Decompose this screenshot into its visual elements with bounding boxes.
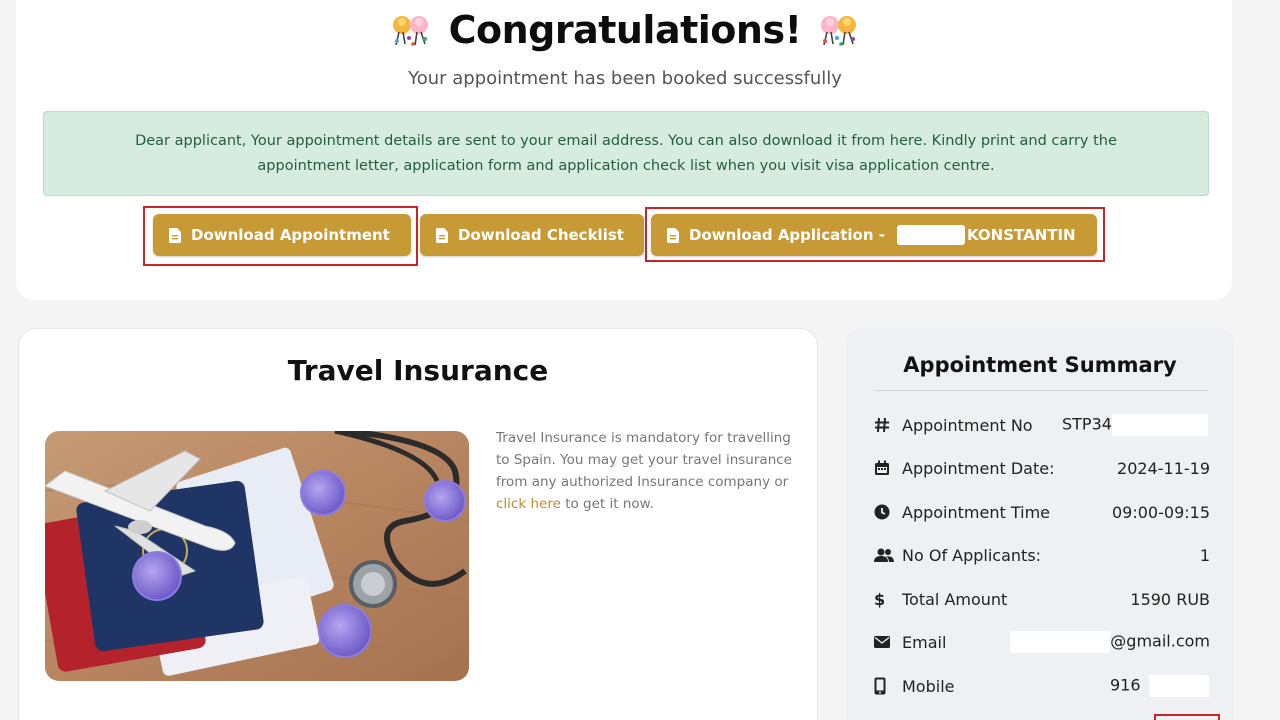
insurance-description: Travel Insurance is mandatory for travel… bbox=[496, 430, 792, 490]
calendar-icon bbox=[874, 460, 902, 476]
get-insurance-link[interactable]: click here bbox=[496, 496, 561, 512]
highlight-box bbox=[1154, 714, 1220, 720]
dollar-icon: $ bbox=[874, 590, 902, 608]
appointment-summary-card bbox=[846, 328, 1234, 720]
appointment-summary-title: Appointment Summary bbox=[903, 353, 1177, 377]
envelope-icon bbox=[874, 636, 902, 648]
mobile-icon bbox=[874, 677, 902, 695]
summary-label: Mobile bbox=[902, 676, 955, 696]
highlight-box bbox=[645, 207, 1105, 262]
clock-icon bbox=[874, 504, 902, 520]
redacted-value bbox=[1010, 631, 1111, 653]
highlight-box bbox=[143, 206, 418, 266]
summary-row-appointment-time: Appointment Time 09:00-09:15 bbox=[874, 500, 1210, 524]
hash-icon bbox=[874, 417, 902, 433]
summary-label: Email bbox=[902, 632, 947, 652]
download-checklist-button[interactable]: Download Checklist bbox=[420, 214, 644, 256]
summary-row-applicants: No Of Applicants: 1 bbox=[874, 543, 1210, 567]
applicants-count-value: 1 bbox=[1199, 545, 1210, 565]
info-notice: Dear applicant, Your appointment details… bbox=[43, 111, 1209, 196]
redacted-value bbox=[1111, 414, 1208, 436]
summary-row-email: Email @gmail.com bbox=[874, 630, 1210, 654]
download-checklist-label: Download Checklist bbox=[458, 226, 624, 244]
summary-label: No Of Applicants: bbox=[902, 545, 1042, 565]
info-notice-text: Dear applicant, Your appointment details… bbox=[135, 132, 1117, 174]
summary-row-appointment-no: Appointment No STP34 bbox=[874, 413, 1210, 437]
summary-label: Appointment Time bbox=[902, 502, 1050, 522]
insurance-description-end: to get it now. bbox=[565, 496, 654, 512]
summary-label: Appointment No bbox=[902, 415, 1033, 435]
summary-row-total-amount: $ Total Amount 1590 RUB bbox=[874, 587, 1210, 611]
summary-label: Appointment Date: bbox=[902, 458, 1055, 478]
travel-insurance-title: Travel Insurance bbox=[287, 354, 549, 387]
mobile-value: 916 bbox=[1110, 675, 1141, 695]
appointment-time-value: 09:00-09:15 bbox=[1112, 502, 1210, 522]
summary-row-mobile: Mobile 916 bbox=[874, 674, 1210, 698]
svg-text:$: $ bbox=[874, 590, 885, 608]
page-title: Congratulations! bbox=[448, 8, 802, 52]
congrats-heading-row: Congratulations! bbox=[0, 8, 1250, 52]
summary-value: 916 bbox=[1110, 675, 1210, 697]
appointment-number-value: STP34 bbox=[1062, 414, 1112, 434]
email-value: @gmail.com bbox=[1110, 631, 1210, 651]
users-icon bbox=[874, 547, 902, 563]
travel-insurance-text: Travel Insurance is mandatory for travel… bbox=[496, 427, 796, 515]
document-icon bbox=[436, 227, 448, 243]
summary-value: @gmail.com bbox=[1010, 631, 1210, 653]
appointment-date-value: 2024-11-19 bbox=[1117, 458, 1210, 478]
divider bbox=[874, 390, 1208, 391]
party-popper-icon bbox=[819, 10, 859, 50]
summary-value: STP34 bbox=[1062, 414, 1210, 436]
redacted-value bbox=[1148, 675, 1209, 697]
page-subtitle: Your appointment has been booked success… bbox=[408, 68, 842, 89]
summary-label: Total Amount bbox=[902, 589, 1008, 609]
party-popper-icon bbox=[391, 10, 431, 50]
total-amount-value: 1590 RUB bbox=[1130, 589, 1210, 609]
travel-insurance-image bbox=[45, 431, 469, 681]
summary-row-appointment-date: Appointment Date: 2024-11-19 bbox=[874, 456, 1210, 480]
